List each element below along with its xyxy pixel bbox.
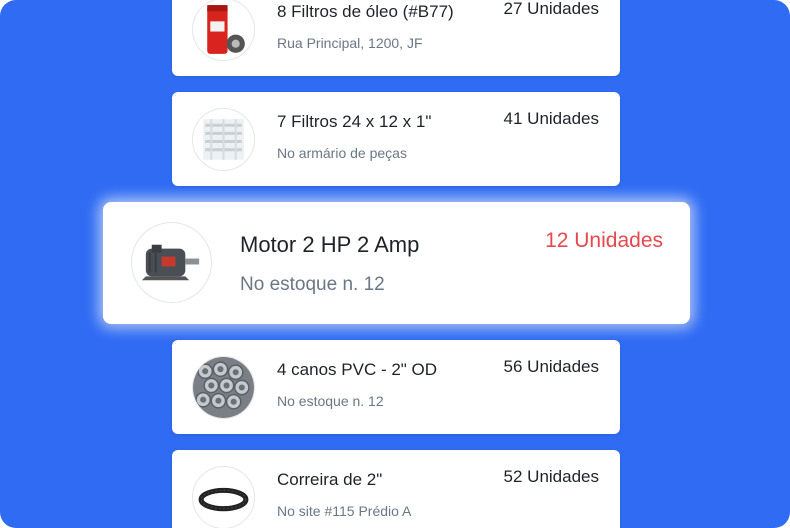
item-quantity: 41 Unidades xyxy=(503,109,599,128)
inventory-item-oil-filters[interactable]: 8 Filtros de óleo (#B77) Rua Principal, … xyxy=(172,0,620,76)
belt-icon xyxy=(192,466,255,528)
item-quantity: 52 Unidades xyxy=(503,467,599,486)
item-title: Correira de 2" xyxy=(277,470,383,489)
item-title: 7 Filtros 24 x 12 x 1" xyxy=(277,112,432,131)
item-location: No estoque n. 12 xyxy=(240,274,385,295)
item-location: Rua Principal, 1200, JF xyxy=(277,35,423,51)
item-title: 8 Filtros de óleo (#B77) xyxy=(277,2,454,21)
air-filter-icon xyxy=(192,108,255,171)
electric-motor-icon xyxy=(131,222,212,303)
inventory-item-pvc-pipes[interactable]: 4 canos PVC - 2" OD No estoque n. 12 56 … xyxy=(172,340,620,434)
inventory-panel: 8 Filtros de óleo (#B77) Rua Principal, … xyxy=(0,0,790,528)
item-quantity-alert: 12 Unidades xyxy=(545,229,663,252)
item-location: No estoque n. 12 xyxy=(277,393,384,409)
item-quantity: 27 Unidades xyxy=(503,0,599,18)
item-quantity: 56 Unidades xyxy=(503,357,599,376)
item-title: Motor 2 HP 2 Amp xyxy=(240,232,420,257)
item-location: No armário de peças xyxy=(277,145,407,161)
inventory-item-air-filters[interactable]: 7 Filtros 24 x 12 x 1" No armário de peç… xyxy=(172,92,620,186)
item-title: 4 canos PVC - 2" OD xyxy=(277,360,438,379)
pipes-icon xyxy=(192,356,255,419)
inventory-item-motor[interactable]: Motor 2 HP 2 Amp No estoque n. 12 12 Uni… xyxy=(103,202,690,324)
oil-filter-icon xyxy=(192,0,255,61)
item-location: No site #115 Prédio A xyxy=(277,503,412,519)
inventory-item-belt[interactable]: Correira de 2" No site #115 Prédio A 52 … xyxy=(172,450,620,528)
